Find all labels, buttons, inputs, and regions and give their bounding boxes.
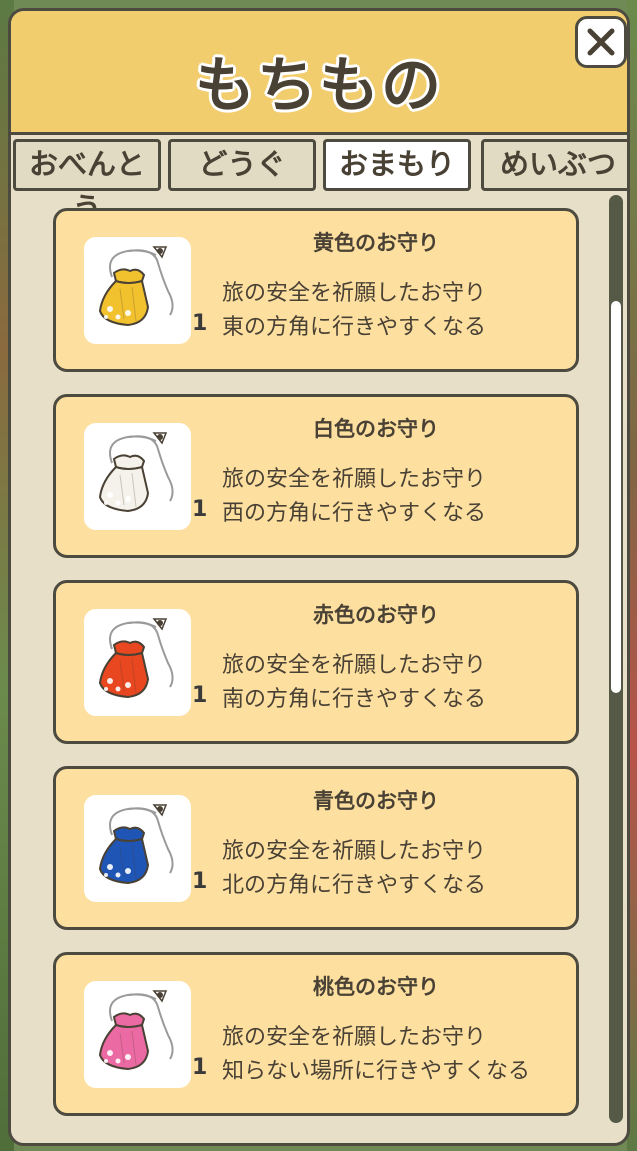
item-name: 白色のお守り [313, 417, 439, 441]
list-item[interactable]: 1 青色のお守り 旅の安全を祈願したお守り 北の方角に行きやすくなる [53, 766, 579, 930]
item-effect: 知らない場所に行きやすくなる [222, 1059, 531, 1084]
panel-header: もちもの [11, 11, 627, 135]
tab-obento[interactable]: おべんとう [13, 139, 161, 225]
item-name: 赤色のお守り [313, 603, 439, 627]
omamori-charm-icon [98, 618, 174, 699]
item-quantity: 1 [192, 1055, 208, 1080]
item-description: 旅の安全を祈願したお守り [222, 653, 487, 678]
category-tabs: おべんとう どうぐ おまもり めいぶつ [11, 135, 627, 225]
item-thumbnail: 1 [84, 795, 207, 902]
item-effect: 西の方角に行きやすくなる [222, 501, 487, 526]
item-effect: 北の方角に行きやすくなる [222, 873, 487, 898]
inventory-panel: もちもの おべんとう どうぐ おまもり めいぶつ 1 黄色のお守り 旅の安全を祈… [8, 8, 630, 1146]
omamori-charm-icon [98, 804, 174, 885]
item-description: 旅の安全を祈願したお守り [222, 281, 487, 306]
list-item[interactable]: 1 黄色のお守り 旅の安全を祈願したお守り 東の方角に行きやすくなる [53, 208, 579, 372]
item-quantity: 1 [192, 683, 208, 708]
close-button[interactable] [575, 16, 627, 68]
item-thumbnail: 1 [84, 609, 207, 716]
item-effect: 東の方角に行きやすくなる [222, 315, 487, 340]
item-thumbnail: 1 [84, 981, 207, 1088]
omamori-charm-icon [98, 246, 174, 327]
item-quantity: 1 [192, 497, 208, 522]
item-thumbnail: 1 [84, 237, 207, 344]
omamori-charm-icon [98, 990, 174, 1071]
item-quantity: 1 [192, 869, 208, 894]
item-description: 旅の安全を祈願したお守り [222, 839, 487, 864]
item-description: 旅の安全を祈願したお守り [222, 467, 487, 492]
item-list: 1 黄色のお守り 旅の安全を祈願したお守り 東の方角に行きやすくなる 1 白色の… [11, 193, 627, 1143]
item-quantity: 1 [192, 311, 208, 336]
tab-omamori[interactable]: おまもり [323, 139, 471, 191]
list-item[interactable]: 1 白色のお守り 旅の安全を祈願したお守り 西の方角に行きやすくなる [53, 394, 579, 558]
page-title: もちもの [195, 51, 443, 121]
tab-meibutsu[interactable]: めいぶつ [481, 139, 627, 191]
scrollbar[interactable] [609, 195, 623, 1123]
item-name: 桃色のお守り [313, 975, 439, 999]
scrollbar-thumb[interactable] [611, 301, 621, 693]
tab-dougu[interactable]: どうぐ [168, 139, 316, 191]
item-name: 黄色のお守り [313, 231, 439, 255]
item-description: 旅の安全を祈願したお守り [222, 1025, 487, 1050]
item-effect: 南の方角に行きやすくなる [222, 687, 487, 712]
omamori-charm-icon [98, 432, 174, 513]
close-icon [587, 28, 615, 56]
list-item[interactable]: 1 赤色のお守り 旅の安全を祈願したお守り 南の方角に行きやすくなる [53, 580, 579, 744]
item-name: 青色のお守り [313, 789, 439, 813]
list-item[interactable]: 1 桃色のお守り 旅の安全を祈願したお守り 知らない場所に行きやすくなる [53, 952, 579, 1116]
item-thumbnail: 1 [84, 423, 207, 530]
